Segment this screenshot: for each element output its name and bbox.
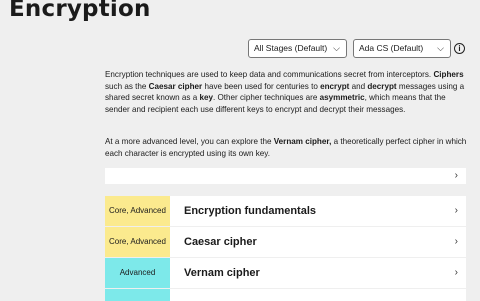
topic-card-caesar-cipher[interactable]: Core, Advanced Caesar cipher › — [105, 227, 466, 257]
intro-paragraph: Encryption techniques are used to keep d… — [105, 70, 465, 114]
stage-select[interactable]: All Stages (Default) ⌵ — [248, 39, 347, 58]
topic-card-vernam-cipher[interactable]: Advanced Vernam cipher › — [105, 258, 466, 288]
advanced-paragraph: At a more advanced level, you can explor… — [105, 137, 467, 158]
info-icon[interactable]: i — [454, 43, 465, 54]
topic-title: Caesar cipher — [184, 236, 257, 248]
chevron-down-icon: ⌵ — [333, 43, 340, 53]
page-title: Encryption — [9, 0, 151, 22]
chevron-right-icon: › — [454, 205, 458, 216]
expand-bar[interactable]: › — [105, 168, 466, 184]
language-select-value: Ada CS (Default) — [359, 43, 424, 53]
chevron-right-icon: › — [454, 236, 458, 247]
level-badge: Advanced — [105, 258, 170, 288]
topic-title: Encryption fundamentals — [184, 205, 317, 217]
topic-card-encryption-fundamentals[interactable]: Core, Advanced Encryption fundamentals › — [105, 196, 466, 226]
topic-title: Vernam cipher — [184, 267, 260, 279]
chevron-down-icon: ⌵ — [437, 43, 444, 53]
chevron-right-icon: › — [454, 267, 458, 278]
language-select[interactable]: Ada CS (Default) ⌵ — [353, 39, 451, 58]
level-badge: Core, Advanced — [105, 227, 170, 257]
topic-card-partial[interactable] — [105, 289, 466, 301]
chevron-right-icon: › — [454, 170, 458, 181]
level-badge: Core, Advanced — [105, 196, 170, 226]
stage-select-value: All Stages (Default) — [254, 43, 328, 53]
level-badge — [105, 289, 170, 301]
